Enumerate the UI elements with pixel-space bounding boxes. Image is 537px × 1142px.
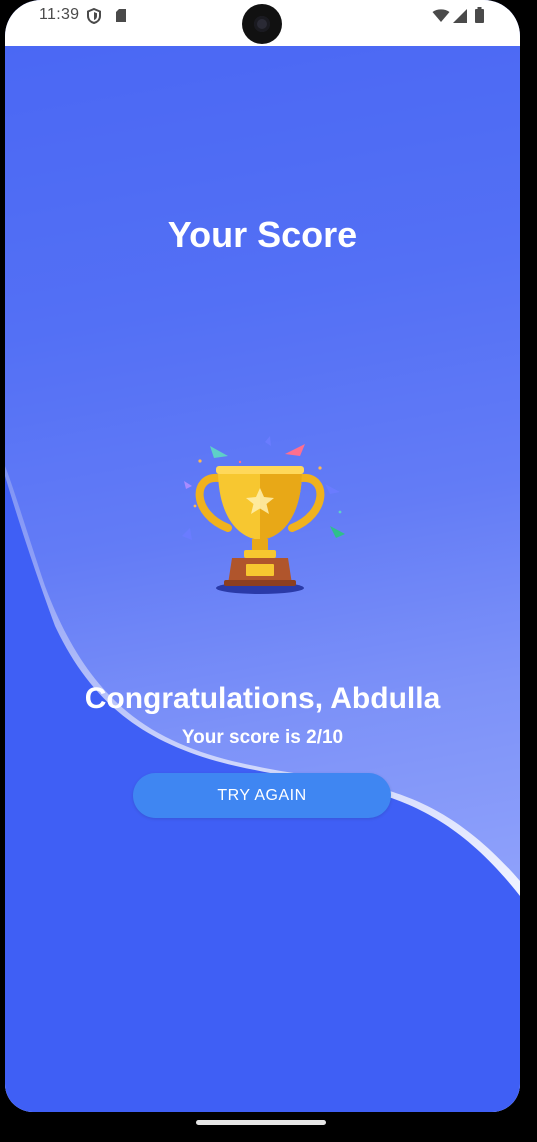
trophy-icon <box>170 436 350 596</box>
congratulations-text: Congratulations, Abdulla <box>84 682 441 715</box>
shield-icon <box>87 7 101 29</box>
front-camera <box>242 4 282 44</box>
status-time: 11:39 <box>39 6 80 23</box>
wifi-icon <box>432 9 450 28</box>
sd-card-icon <box>115 8 127 28</box>
status-bar: 11:39 <box>5 0 520 46</box>
home-indicator[interactable] <box>196 1120 326 1125</box>
signal-icon <box>453 9 467 28</box>
score-screen: Your Score Congratulations, Abdulla Your… <box>5 46 520 1112</box>
score-text: Your score is 2/10 <box>181 727 344 748</box>
page-title: Your Score <box>167 214 358 255</box>
try-again-button[interactable]: TRY AGAIN <box>133 773 391 818</box>
phone-frame: 11:39 Your Score Congratulations, Abdull… <box>0 0 537 1142</box>
screen: 11:39 Your Score Congratulations, Abdull… <box>5 0 520 1112</box>
battery-icon <box>475 7 484 28</box>
